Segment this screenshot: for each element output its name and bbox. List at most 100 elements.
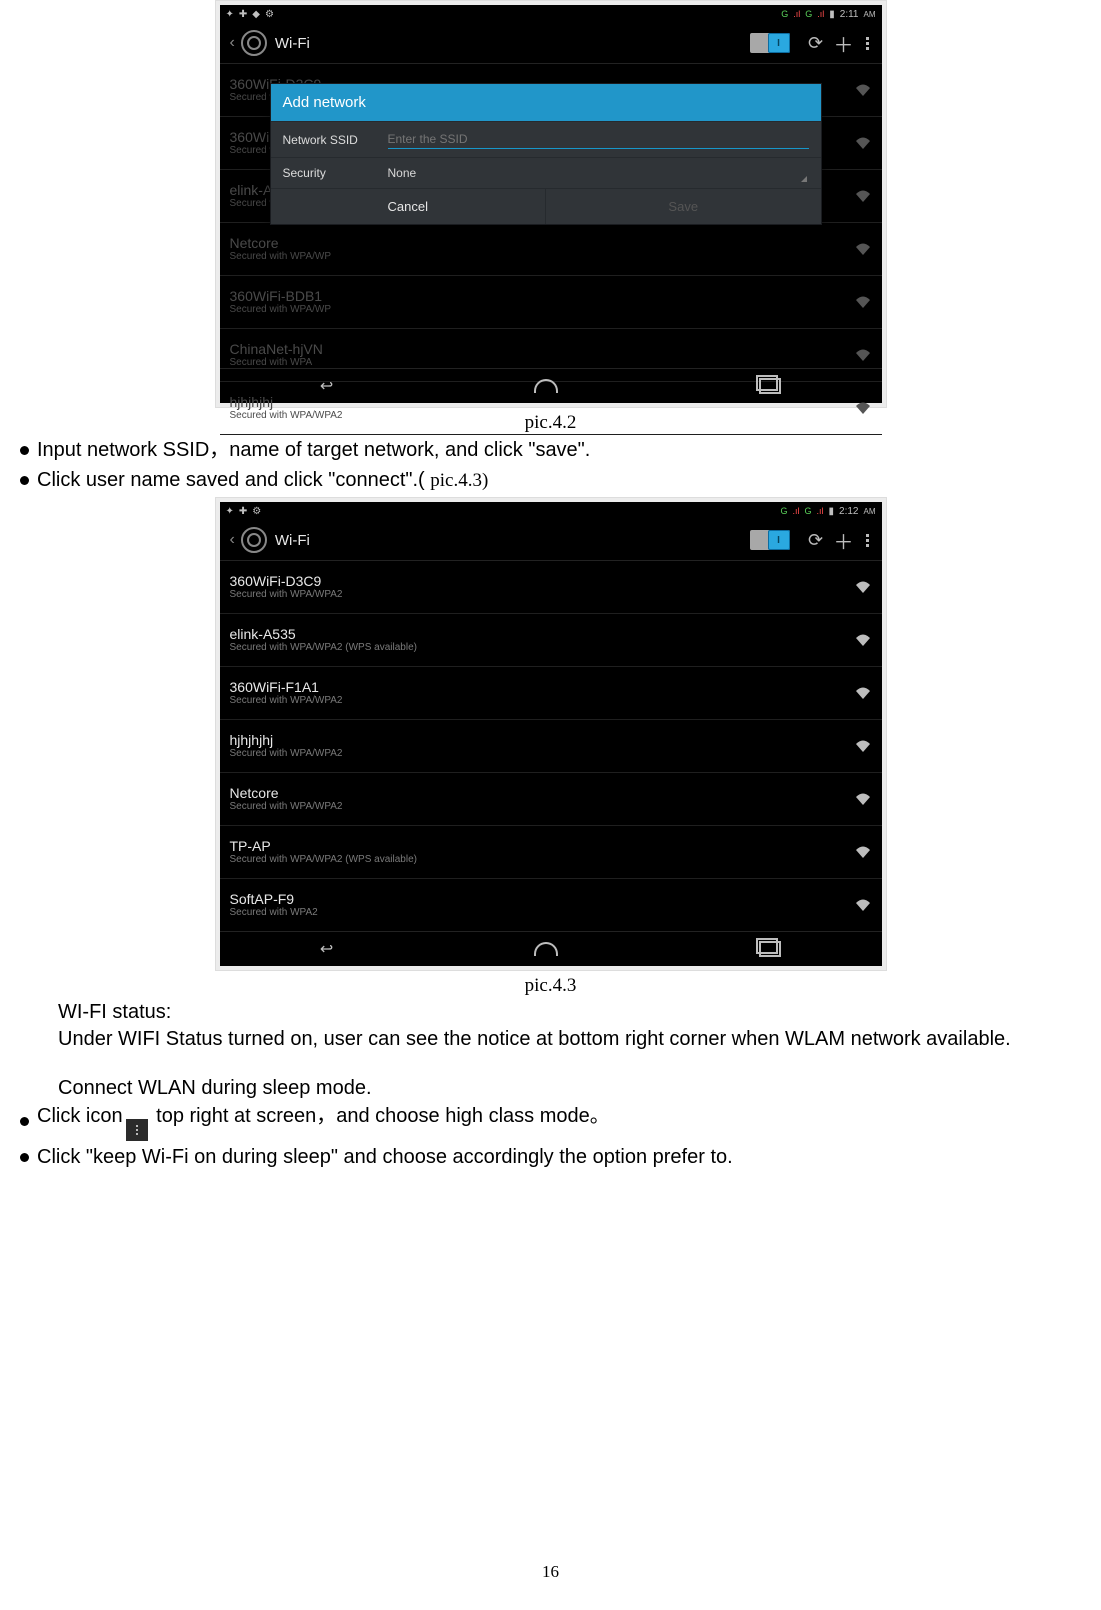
network-row[interactable]: hjhjhjhj Secured with WPA/WPA2	[220, 720, 882, 773]
nav-back-icon[interactable]: ↩	[320, 939, 333, 959]
security-select[interactable]: None	[388, 166, 809, 180]
save-button[interactable]: Save	[545, 189, 821, 224]
bullet-text: top right at screen，and choose high clas…	[151, 1105, 610, 1127]
list-item: Click icon top right at screen，and choos…	[20, 1102, 1101, 1141]
signal-bars-icon: .ıl	[817, 9, 824, 19]
network-list: 360WiFi-D3C9 Secured with WPA/WPA2 elink…	[220, 561, 882, 932]
network-row[interactable]: 360WiFi-D3C9 Secured with WPA/WPA2	[220, 561, 882, 614]
add-network-dialog: Add network Network SSID Security None C…	[270, 83, 822, 225]
ssid-input[interactable]	[388, 130, 809, 149]
figure-caption: pic.4.3	[0, 975, 1101, 997]
network-ssid: elink-A535	[230, 626, 848, 642]
network-row[interactable]: TP-AP Secured with WPA/WPA2 (WPS availab…	[220, 826, 882, 879]
status-icon: ⚙	[252, 506, 261, 517]
network-security: Secured with WPA/WPA2 (WPS available)	[230, 642, 848, 654]
dialog-title: Add network	[271, 84, 821, 121]
network-security: Secured with WPA/WPA2	[230, 589, 848, 601]
toggle-on-label: I	[768, 530, 790, 550]
signal-icon: G	[805, 9, 812, 19]
status-bar: ✦ ✚ ◆ ⚙ G .ıl G .ıl ▮ 2:11 AM	[220, 5, 882, 23]
status-icon: ⚙	[265, 9, 274, 20]
status-ampm: AM	[864, 507, 876, 516]
heading-wifi-status: WI-FI status:	[58, 999, 1061, 1026]
bullet-icon	[20, 446, 29, 455]
wifi-signal-icon	[854, 898, 872, 912]
nav-bar: ↩	[220, 368, 882, 403]
bullet-text: Input network SSID，name of target networ…	[37, 436, 590, 464]
bullet-text: Click user name saved and click "connect…	[37, 469, 430, 491]
wifi-signal-icon	[854, 348, 872, 362]
signal-bars-icon: .ıl	[793, 9, 800, 19]
status-icon: ◆	[252, 9, 260, 20]
network-row[interactable]: 360WiFi-BDB1 Secured with WPA/WP	[220, 276, 882, 329]
wifi-signal-icon	[854, 242, 872, 256]
figure-ref: pic.4.3)	[430, 470, 488, 491]
refresh-icon[interactable]: ⟳	[802, 33, 830, 54]
list-item: Click user name saved and click "connect…	[20, 466, 1101, 495]
network-ssid: Netcore	[230, 785, 848, 801]
wifi-header: ‹ Wi-Fi I ⟳ ＋	[220, 23, 882, 64]
network-ssid: 360WiFi-BDB1	[230, 288, 848, 304]
heading-connect-sleep: Connect WLAN during sleep mode.	[58, 1075, 1061, 1102]
cancel-button[interactable]: Cancel	[271, 189, 546, 224]
overflow-menu-icon[interactable]	[858, 534, 878, 547]
network-ssid: 360WiFi-F1A1	[230, 679, 848, 695]
wifi-signal-icon	[854, 401, 872, 415]
wifi-header: ‹ Wi-Fi I ⟳ ＋	[220, 520, 882, 561]
network-security: Secured with WPA/WP	[230, 251, 848, 263]
network-row[interactable]: elink-A535 Secured with WPA/WPA2 (WPS av…	[220, 614, 882, 667]
screenshot-pic-4-2: ✦ ✚ ◆ ⚙ G .ıl G .ıl ▮ 2:11 AM	[215, 0, 887, 408]
dropdown-indicator-icon	[801, 176, 807, 182]
nav-recent-icon[interactable]	[759, 941, 781, 957]
page-number: 16	[0, 1562, 1101, 1582]
network-ssid: TP-AP	[230, 838, 848, 854]
network-row[interactable]: 360WiFi-F1A1 Secured with WPA/WPA2	[220, 667, 882, 720]
status-time: 2:11	[840, 9, 859, 20]
signal-icon: G	[781, 9, 788, 19]
status-icon: ✚	[239, 9, 247, 20]
network-ssid: Netcore	[230, 235, 848, 251]
status-icon: ✚	[239, 506, 247, 517]
network-row[interactable]: SoftAP-F9 Secured with WPA2	[220, 879, 882, 932]
network-row[interactable]: Netcore Secured with WPA/WPA2	[220, 773, 882, 826]
page-title: Wi-Fi	[275, 35, 750, 52]
wifi-signal-icon	[854, 845, 872, 859]
wifi-signal-icon	[854, 739, 872, 753]
nav-bar: ↩	[220, 931, 882, 966]
network-security: Secured with WPA/WPA2	[230, 695, 848, 707]
network-security: Secured with WPA/WPA2 (WPS available)	[230, 854, 848, 866]
settings-gear-icon	[241, 527, 267, 553]
refresh-icon[interactable]: ⟳	[802, 530, 830, 551]
settings-gear-icon	[241, 30, 267, 56]
status-time: 2:12	[839, 506, 858, 517]
security-label: Security	[283, 166, 388, 180]
network-security: Secured with WPA/WPA2	[230, 410, 848, 422]
back-icon[interactable]: ‹	[230, 34, 235, 52]
toggle-on-label: I	[768, 33, 790, 53]
network-security: Secured with WPA2	[230, 907, 848, 919]
network-ssid: ChinaNet-hjVN	[230, 341, 848, 357]
nav-home-icon[interactable]	[534, 942, 558, 956]
wifi-toggle[interactable]: I	[750, 530, 790, 550]
nav-back-icon[interactable]: ↩	[320, 376, 333, 396]
security-value: None	[388, 166, 417, 180]
screenshot-pic-4-3: ✦ ✚ ⚙ G .ıl G .ıl ▮ 2:12 AM	[215, 497, 887, 971]
add-network-icon[interactable]: ＋	[830, 29, 858, 58]
network-security: Secured with WPA/WPA2	[230, 748, 848, 760]
wifi-signal-icon	[854, 792, 872, 806]
nav-home-icon[interactable]	[534, 379, 558, 393]
wifi-toggle[interactable]: I	[750, 33, 790, 53]
add-network-icon[interactable]: ＋	[830, 526, 858, 555]
network-row[interactable]: Netcore Secured with WPA/WP	[220, 223, 882, 276]
nav-recent-icon[interactable]	[759, 378, 781, 394]
back-icon[interactable]: ‹	[230, 531, 235, 549]
overflow-menu-icon[interactable]	[858, 37, 878, 50]
overflow-menu-icon	[126, 1119, 148, 1141]
wifi-signal-icon	[854, 83, 872, 97]
signal-icon: G	[780, 506, 787, 516]
bullet-text: Click "keep Wi-Fi on during sleep" and c…	[37, 1143, 733, 1171]
status-ampm: AM	[864, 10, 876, 19]
paragraph: Under WIFI Status turned on, user can se…	[58, 1026, 1061, 1053]
battery-icon: ▮	[829, 506, 835, 517]
ssid-label: Network SSID	[283, 133, 388, 147]
